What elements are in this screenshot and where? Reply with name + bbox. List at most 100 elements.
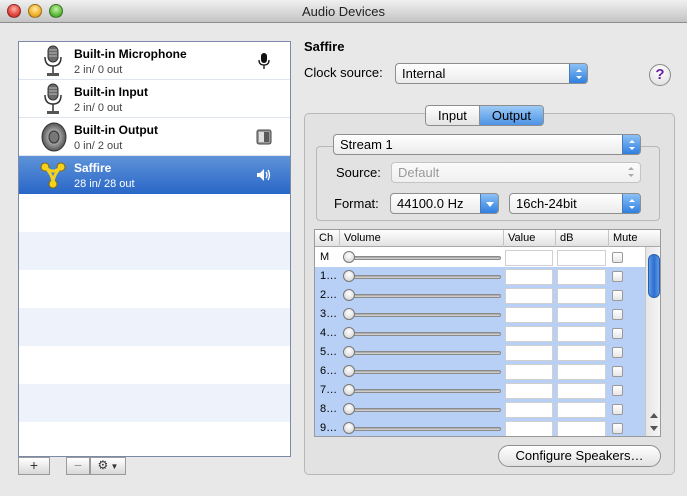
table-row[interactable]: 7… [315, 381, 645, 400]
channel-name: 6… [320, 365, 338, 377]
column-header-volume[interactable]: Volume [339, 230, 503, 247]
value-field[interactable] [505, 383, 553, 399]
table-row[interactable]: 4… [315, 324, 645, 343]
volume-slider-knob[interactable] [343, 422, 355, 434]
device-io: 28 in/ 28 out [74, 178, 135, 190]
value-field[interactable] [505, 402, 553, 418]
volume-slider-knob[interactable] [343, 384, 355, 396]
add-device-button[interactable]: + [18, 457, 50, 475]
clock-source-popup[interactable]: Internal [395, 63, 588, 84]
db-field[interactable] [557, 250, 606, 266]
db-field[interactable] [557, 402, 606, 418]
volume-slider-track[interactable] [345, 351, 501, 355]
mute-checkbox[interactable] [612, 271, 623, 282]
volume-slider-track[interactable] [345, 313, 501, 317]
stream-popup[interactable]: Stream 1 [333, 134, 641, 155]
mute-checkbox[interactable] [612, 385, 623, 396]
db-field[interactable] [557, 383, 606, 399]
table-row[interactable]: 5… [315, 343, 645, 362]
column-header-db[interactable]: dB [555, 230, 608, 247]
zoom-window-button[interactable] [49, 4, 63, 18]
close-window-button[interactable] [7, 4, 21, 18]
volume-slider-knob[interactable] [343, 346, 355, 358]
column-header-value[interactable]: Value [503, 230, 555, 247]
microphone-badge-icon [258, 53, 270, 69]
table-row[interactable]: 8… [315, 400, 645, 419]
db-field[interactable] [557, 345, 606, 361]
volume-slider-track[interactable] [345, 332, 501, 336]
volume-slider-knob[interactable] [343, 289, 355, 301]
column-header-mute[interactable]: Mute [608, 230, 660, 247]
value-field[interactable] [505, 269, 553, 285]
clock-source-value: Internal [402, 66, 446, 81]
value-field[interactable] [505, 345, 553, 361]
empty-row [19, 308, 290, 346]
source-popup[interactable]: Default [391, 162, 641, 183]
table-row[interactable]: 6… [315, 362, 645, 381]
mute-checkbox[interactable] [612, 404, 623, 415]
mute-checkbox[interactable] [612, 366, 623, 377]
format-rate-popup[interactable]: 44100.0 Hz [390, 193, 499, 214]
db-field[interactable] [557, 326, 606, 342]
channel-volume-table[interactable]: Ch Volume Value dB Mute M 1… 2… 3… 4… 5… 6… 7… 8… [314, 229, 661, 437]
scroll-down-arrow-icon[interactable] [649, 425, 659, 433]
mute-checkbox[interactable] [612, 423, 623, 434]
device-row-saffire[interactable]: Saffire 28 in/ 28 out [19, 156, 290, 194]
volume-slider-track[interactable] [345, 389, 501, 393]
tab-input[interactable]: Input [426, 106, 479, 125]
minimize-window-button[interactable] [28, 4, 42, 18]
scroll-thumb[interactable] [648, 254, 660, 298]
value-field[interactable] [505, 250, 553, 266]
mute-checkbox[interactable] [612, 309, 623, 320]
value-field[interactable] [505, 288, 553, 304]
vertical-scrollbar[interactable] [645, 247, 660, 436]
table-row[interactable]: M [315, 248, 645, 267]
mute-checkbox[interactable] [612, 252, 623, 263]
action-menu-button[interactable]: ⚙ ▼ [90, 457, 126, 475]
remove-device-button[interactable]: − [66, 457, 90, 475]
volume-slider-knob[interactable] [343, 308, 355, 320]
window-title: Audio Devices [301, 4, 386, 19]
value-field[interactable] [505, 421, 553, 436]
format-bits-popup[interactable]: 16ch-24bit [509, 193, 641, 214]
volume-slider-knob[interactable] [343, 403, 355, 415]
db-field[interactable] [557, 288, 606, 304]
table-row[interactable]: 3… [315, 305, 645, 324]
table-row[interactable]: 1… [315, 267, 645, 286]
volume-slider-track[interactable] [345, 408, 501, 412]
device-row-built-in-microphone[interactable]: Built-in Microphone 2 in/ 0 out [19, 42, 290, 80]
channel-name: 2… [320, 289, 338, 301]
device-row-built-in-output[interactable]: Built-in Output 0 in/ 2 out [19, 118, 290, 156]
volume-slider-knob[interactable] [343, 251, 355, 263]
device-row-built-in-input[interactable]: Built-in Input 2 in/ 0 out [19, 80, 290, 118]
volume-slider-track[interactable] [345, 294, 501, 298]
scroll-up-arrow-icon[interactable] [649, 411, 659, 419]
value-field[interactable] [505, 364, 553, 380]
db-field[interactable] [557, 421, 606, 436]
device-list[interactable]: Built-in Microphone 2 in/ 0 out Built-in… [18, 41, 291, 457]
column-header-ch[interactable]: Ch [315, 230, 339, 247]
help-button[interactable]: ? [649, 64, 671, 86]
speaker-icon [41, 122, 67, 152]
mute-checkbox[interactable] [612, 347, 623, 358]
tab-output[interactable]: Output [478, 106, 543, 125]
volume-slider-track[interactable] [345, 256, 501, 260]
mute-checkbox[interactable] [612, 290, 623, 301]
table-row[interactable]: 9… [315, 419, 645, 436]
configure-speakers-button[interactable]: Configure Speakers… [498, 445, 661, 467]
volume-slider-knob[interactable] [343, 327, 355, 339]
input-output-segmented-control[interactable]: Input Output [425, 105, 544, 126]
volume-slider-track[interactable] [345, 427, 501, 431]
table-row[interactable]: 2… [315, 286, 645, 305]
db-field[interactable] [557, 269, 606, 285]
volume-slider-knob[interactable] [343, 365, 355, 377]
db-field[interactable] [557, 307, 606, 323]
volume-slider-track[interactable] [345, 370, 501, 374]
volume-slider-knob[interactable] [343, 270, 355, 282]
db-field[interactable] [557, 364, 606, 380]
value-field[interactable] [505, 326, 553, 342]
empty-row [19, 346, 290, 384]
volume-slider-track[interactable] [345, 275, 501, 279]
mute-checkbox[interactable] [612, 328, 623, 339]
value-field[interactable] [505, 307, 553, 323]
